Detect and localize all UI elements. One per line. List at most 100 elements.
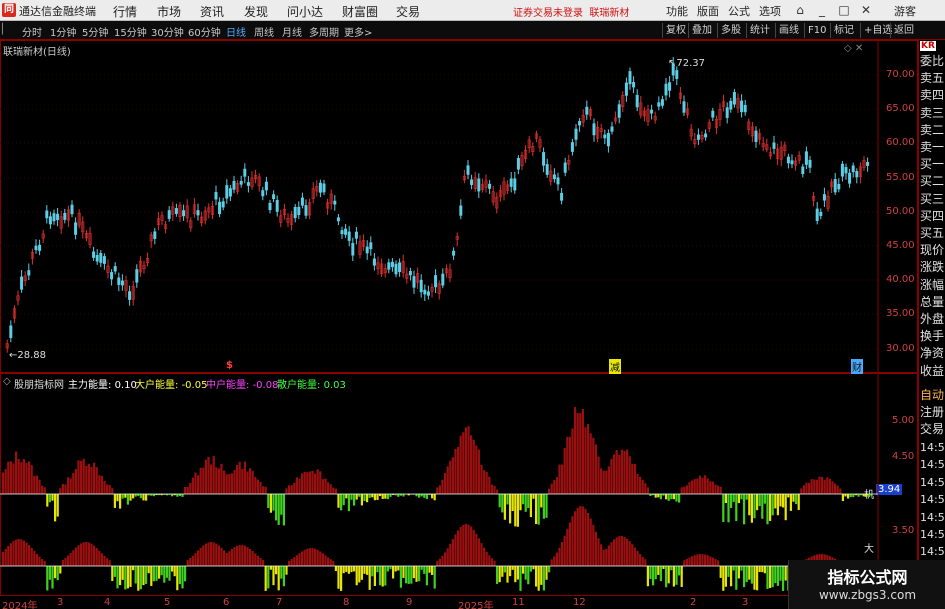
candle-body <box>466 165 470 175</box>
candle-body <box>610 126 614 132</box>
mid-energy-bar <box>124 566 127 590</box>
retail-energy-bar <box>503 494 506 520</box>
candle-body <box>704 133 708 138</box>
mid-energy-bar <box>337 566 340 589</box>
mid-energy-bar <box>769 566 772 588</box>
big-energy-bar <box>306 548 309 566</box>
candle-body <box>293 206 297 219</box>
main-energy-bar <box>620 449 623 494</box>
mid-energy-bar <box>163 566 166 583</box>
mid-energy-bar <box>368 566 371 590</box>
candle-body <box>228 188 232 197</box>
main-energy-bar <box>194 472 197 494</box>
main-energy-bar <box>800 488 803 494</box>
main-energy-bar <box>628 456 631 494</box>
main-energy-bar <box>207 456 210 494</box>
big-energy-bar <box>459 527 462 566</box>
retail-energy-bar <box>847 494 850 499</box>
date-axis-label: 2024年 <box>2 601 38 609</box>
main-energy-bar <box>220 463 223 494</box>
big-energy-bar <box>550 559 553 566</box>
main-energy-bar <box>485 471 488 494</box>
mid-energy-bar <box>537 566 540 591</box>
mid-energy-bar <box>522 566 525 574</box>
retail-energy-bar <box>789 494 792 511</box>
candle-body <box>99 252 103 263</box>
mid-energy-bar <box>665 566 668 588</box>
candle-body <box>668 82 672 91</box>
big-energy-bar <box>12 541 15 566</box>
retail-energy-bar <box>347 494 350 512</box>
main-energy-bar <box>316 469 319 494</box>
mid-energy-bar <box>155 566 158 581</box>
retail-energy-bar <box>758 494 761 507</box>
retail-energy-bar <box>269 494 272 513</box>
candle-body <box>304 205 308 216</box>
main-energy-bar <box>821 476 824 494</box>
retail-energy-bar <box>784 494 787 521</box>
candle-body <box>725 107 729 118</box>
main-energy-bar <box>805 482 808 494</box>
candle-body <box>48 216 52 225</box>
big-energy-bar <box>329 559 332 566</box>
candle-body <box>552 174 556 180</box>
retail-energy-bar <box>358 494 361 497</box>
main-energy-bar <box>98 475 101 494</box>
mid-energy-bar <box>132 566 135 571</box>
retail-energy-bar <box>277 494 280 525</box>
main-energy-bar <box>555 477 558 494</box>
main-energy-bar <box>191 477 194 494</box>
mid-energy-bar <box>646 566 649 587</box>
main-energy-bar <box>7 461 10 494</box>
main-energy-bar <box>210 464 213 494</box>
side-extra-trade[interactable]: 交易 <box>920 420 944 437</box>
side-extra-register[interactable]: 注册 <box>920 403 944 420</box>
candle-body <box>369 242 373 250</box>
main-energy-bar <box>38 479 41 494</box>
big-energy-bar <box>610 542 613 566</box>
main-energy-bar <box>319 471 322 494</box>
big-energy-bar <box>236 545 239 566</box>
retail-energy-bar <box>735 494 738 522</box>
big-energy-bar <box>69 552 72 566</box>
quote-field: 换手 <box>920 329 945 344</box>
candle-body <box>419 279 423 293</box>
candle-body <box>459 205 463 216</box>
big-energy-bar <box>620 536 623 566</box>
mid-energy-bar <box>355 566 358 586</box>
big-energy-bar <box>444 552 447 566</box>
retail-energy-bar <box>771 494 774 516</box>
candle-body <box>570 142 574 152</box>
date-axis-label: 9 <box>406 597 413 608</box>
retail-energy-bar <box>272 494 275 511</box>
mid-energy-bar <box>727 566 730 577</box>
side-extra-auto[interactable]: 自动 <box>920 386 944 403</box>
mid-energy-bar <box>402 566 405 578</box>
mid-energy-bar <box>535 566 538 587</box>
big-energy-bar <box>20 539 23 566</box>
mid-energy-bar <box>184 566 187 582</box>
retail-energy-bar <box>727 494 730 523</box>
big-energy-bar <box>597 538 600 566</box>
candle-body <box>434 275 438 288</box>
main-energy-bar <box>444 473 447 494</box>
candle-body <box>340 230 344 235</box>
retail-energy-bar <box>774 494 777 509</box>
main-energy-bar <box>106 484 109 494</box>
big-energy-bar <box>98 550 101 566</box>
mid-energy-bar <box>121 566 124 580</box>
big-energy-bar <box>711 557 714 566</box>
main-energy-bar <box>184 486 187 494</box>
mid-energy-bar <box>761 566 764 573</box>
main-energy-bar <box>698 475 701 494</box>
candle-body <box>225 185 229 199</box>
candle-body <box>167 210 171 219</box>
retail-energy-bar <box>532 494 535 499</box>
big-energy-bar <box>199 547 202 566</box>
big-energy-bar <box>592 524 595 566</box>
retail-energy-bar <box>353 494 356 506</box>
mid-energy-bar <box>150 566 153 586</box>
main-energy-bar <box>230 473 233 494</box>
main-energy-bar <box>93 462 96 494</box>
big-energy-bar <box>41 558 44 566</box>
